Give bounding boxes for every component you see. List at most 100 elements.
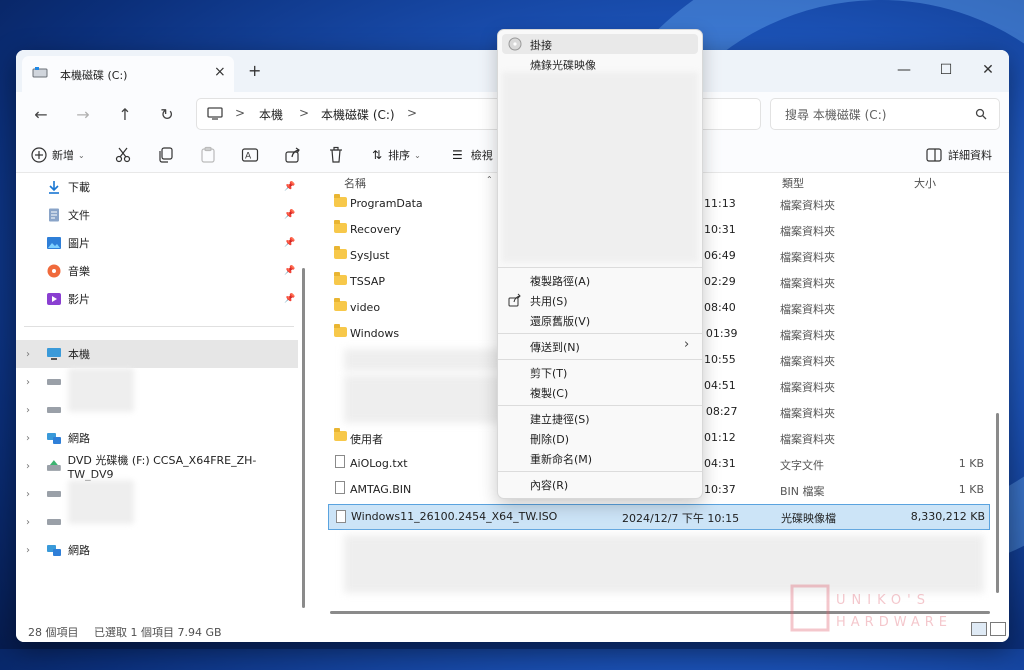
pin-icon: 📌 — [284, 182, 296, 192]
chevron-right-icon[interactable]: › — [26, 517, 40, 528]
file-size: 1 KB — [958, 457, 984, 470]
file-name: Windows11_26100.2454_X64_TW.ISO — [351, 510, 558, 523]
details-view-button[interactable] — [971, 622, 987, 636]
file-date: 11:13 — [704, 197, 736, 210]
close-tab-icon[interactable]: × — [214, 64, 226, 80]
sidebar-scrollbar[interactable] — [302, 268, 305, 608]
chevron-right-icon[interactable]: › — [26, 349, 40, 360]
file-name: ProgramData — [350, 197, 423, 210]
share-icon — [508, 293, 521, 307]
disc-icon — [508, 37, 522, 51]
maximize-button[interactable]: ☐ — [926, 56, 966, 84]
sidebar-item-drive[interactable]: › — [16, 508, 298, 536]
table-row-selected[interactable]: Windows11_26100.2454_X64_TW.ISO 2024/12/… — [328, 504, 990, 530]
sidebar-item-pictures[interactable]: 圖片 📌 — [16, 229, 298, 257]
paste-icon[interactable] — [199, 146, 217, 164]
chevron-right-icon[interactable]: › — [26, 489, 40, 500]
menu-item-copy[interactable]: 複製(C) — [502, 382, 698, 402]
breadcrumb-separator: > — [407, 106, 418, 120]
menu-item-rename[interactable]: 重新命名(M) — [502, 448, 698, 468]
menu-item-delete[interactable]: 刪除(D) — [502, 428, 698, 448]
tiles-view-button[interactable] — [990, 622, 1006, 636]
file-name: AiOLog.txt — [350, 457, 408, 470]
menu-item-restore[interactable]: 還原舊版(V) — [502, 310, 698, 330]
up-button[interactable]: ↑ — [112, 102, 138, 128]
chevron-right-icon[interactable]: › — [26, 461, 40, 472]
copy-icon[interactable] — [157, 146, 175, 164]
menu-item-label: 共用(S) — [530, 295, 568, 308]
file-date: 01:12 — [704, 431, 736, 444]
file-name: 使用者 — [350, 433, 383, 446]
sidebar-item-network[interactable]: › 網路 — [16, 424, 298, 452]
sidebar-item-label: 圖片 — [68, 237, 90, 250]
sidebar-item-drive[interactable]: › — [16, 396, 298, 424]
view-button[interactable]: ☰ 檢視 — [452, 145, 493, 165]
share-icon[interactable] — [284, 146, 302, 164]
file-date: 02:29 — [704, 275, 736, 288]
sidebar-item-dvd-drive[interactable]: › DVD 光碟機 (F:) CCSA_X64FRE_ZH-TW_DV9 — [16, 452, 298, 481]
menu-item-mount[interactable]: 掛接 — [502, 34, 698, 54]
network-icon — [47, 433, 61, 444]
menu-item-send-to[interactable]: 傳送到(N) › — [502, 336, 698, 356]
breadcrumb-pc[interactable]: 本機 — [259, 106, 283, 123]
pc-icon — [47, 348, 61, 360]
chevron-right-icon[interactable]: › — [26, 545, 40, 556]
sidebar-item-drive[interactable]: › — [16, 480, 298, 524]
back-button[interactable]: ← — [28, 102, 54, 128]
file-date: 04:51 — [704, 379, 736, 392]
search-input[interactable]: 搜尋 本機磁碟 (C:) — [770, 98, 1000, 130]
sidebar-item-downloads[interactable]: 下載 📌 — [16, 173, 298, 201]
svg-text:UNIKO'S: UNIKO'S — [836, 593, 931, 608]
close-window-button[interactable]: ✕ — [968, 56, 1008, 84]
menu-item-share[interactable]: 共用(S) — [502, 290, 698, 310]
content-scrollbar[interactable] — [996, 413, 999, 593]
chevron-right-icon: › — [684, 337, 690, 352]
sidebar-item-drive[interactable]: › — [16, 368, 298, 412]
watermark-graphic: UNIKO'S HARDWARE — [790, 584, 947, 632]
column-header-size[interactable]: 大小 — [914, 175, 936, 191]
menu-item-cut[interactable]: 剪下(T) — [502, 362, 698, 382]
menu-item-copy-path[interactable]: 複製路徑(A) — [502, 270, 698, 290]
menu-separator — [498, 267, 702, 268]
file-date: 2024/12/7 下午 10:15 — [622, 512, 740, 525]
text-file-icon — [335, 455, 345, 468]
minimize-button[interactable]: — — [884, 56, 924, 84]
item-count: 28 個項目 — [28, 626, 79, 639]
tab-local-disk[interactable]: 本機磁碟 (C:) × — [22, 56, 234, 92]
menu-item-label: 複製路徑(A) — [530, 275, 591, 288]
sort-button[interactable]: ⇅ 排序 ⌄ — [372, 145, 421, 165]
details-pane-button[interactable]: 詳細資料 — [926, 145, 992, 165]
folder-icon — [334, 298, 347, 311]
menu-item-properties[interactable]: 內容(R) — [502, 474, 698, 494]
sidebar-item-label: DVD 光碟機 (F:) CCSA_X64FRE_ZH-TW_DV9 — [67, 453, 257, 481]
view-label: 檢視 — [470, 149, 493, 162]
sidebar-item-videos[interactable]: 影片 📌 — [16, 285, 298, 313]
file-date: 10:55 — [704, 353, 736, 366]
sidebar-item-label: 影片 — [68, 293, 90, 306]
menu-item-burn[interactable]: 燒錄光碟映像 — [502, 54, 698, 74]
sidebar-item-this-pc[interactable]: › 本機 — [16, 340, 298, 368]
pictures-icon — [47, 237, 61, 249]
menu-item-label: 內容(R) — [530, 479, 569, 492]
refresh-button[interactable]: ↻ — [154, 102, 180, 128]
cut-icon[interactable] — [114, 146, 132, 164]
sidebar-item-music[interactable]: 音樂 📌 — [16, 257, 298, 285]
breadcrumb-local-disk[interactable]: 本機磁碟 (C:) — [321, 106, 395, 123]
sidebar-item-network[interactable]: › 網路 — [16, 536, 298, 564]
menu-item-create-shortcut[interactable]: 建立捷徑(S) — [502, 408, 698, 428]
disc-image-icon — [336, 510, 346, 523]
forward-button[interactable]: → — [70, 102, 96, 128]
column-header-name[interactable]: 名稱 — [344, 175, 366, 191]
column-header-type[interactable]: 類型 — [782, 175, 804, 191]
details-pane-icon — [926, 148, 942, 162]
chevron-right-icon[interactable]: › — [26, 377, 40, 388]
chevron-right-icon[interactable]: › — [26, 405, 40, 416]
new-tab-button[interactable]: + — [248, 61, 261, 80]
sidebar-divider — [24, 326, 294, 327]
delete-icon[interactable] — [327, 146, 345, 164]
menu-item-label: 剪下(T) — [530, 367, 568, 380]
sidebar-item-documents[interactable]: 文件 📌 — [16, 201, 298, 229]
new-button[interactable]: 新增 ⌄ — [30, 145, 85, 165]
rename-icon[interactable]: A — [241, 146, 259, 164]
chevron-right-icon[interactable]: › — [26, 433, 40, 444]
